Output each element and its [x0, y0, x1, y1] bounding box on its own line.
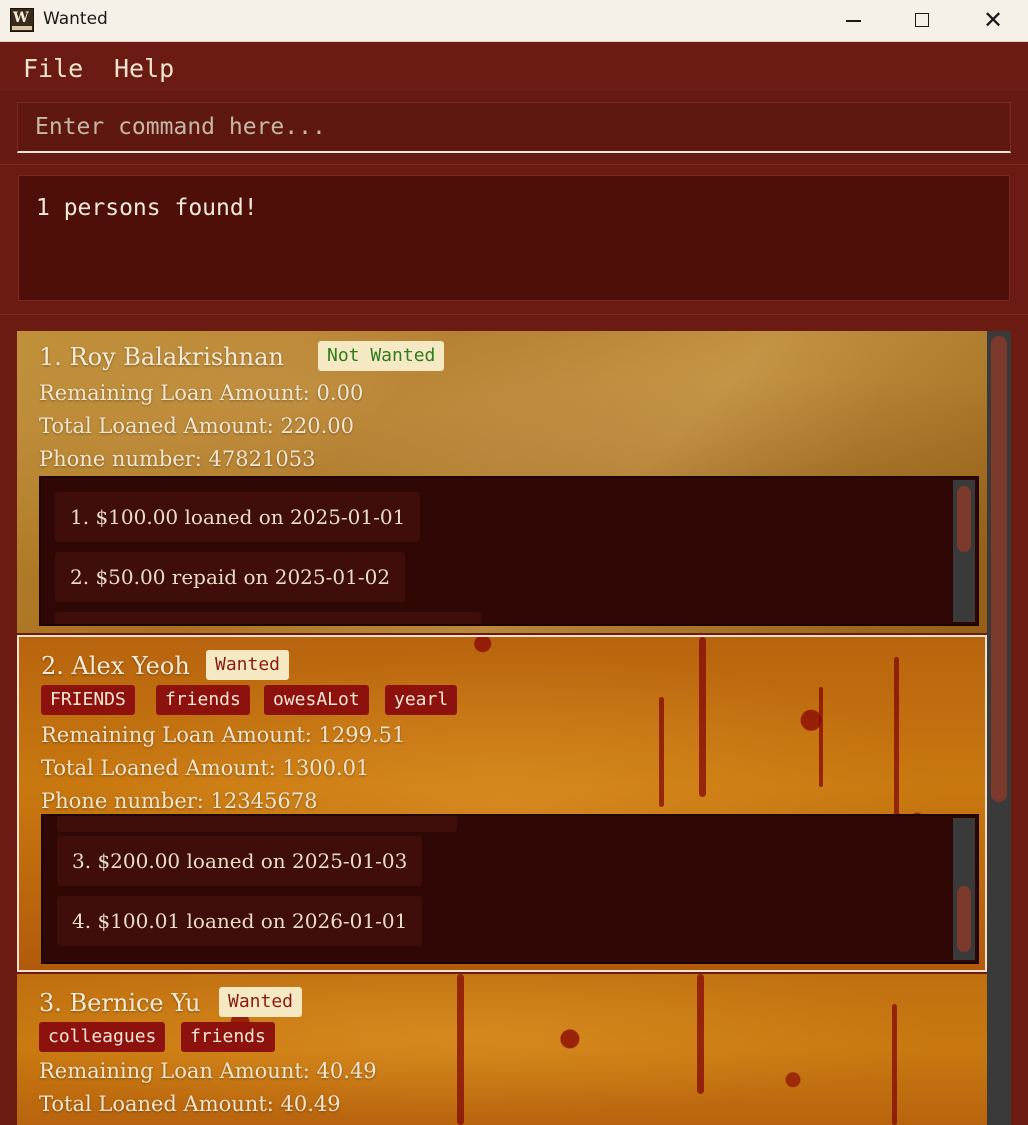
person-name: 3. Bernice Yu: [39, 989, 201, 1017]
result-message: 1 persons found!: [36, 195, 258, 221]
loan-scrollbar[interactable]: [953, 480, 975, 622]
person-card[interactable]: 1. Roy Balakrishnan Not Wanted Remaining…: [17, 331, 987, 633]
person-list-scrollbar-thumb[interactable]: [991, 336, 1007, 802]
total-loaned-amount: Total Loaned Amount: 40.49: [39, 1092, 341, 1116]
phone-number: Phone number: 47821053: [39, 447, 316, 471]
tag: owesALot: [264, 685, 369, 715]
tag: yearl: [385, 685, 458, 715]
loan-history-list[interactable]: 3. $200.00 loaned on 2025-01-03 4. $100.…: [41, 814, 979, 964]
loan-item: 2. $50.00 repaid on 2025-01-02: [55, 552, 406, 602]
loan-item-partial: [55, 612, 481, 624]
command-box: [0, 94, 1028, 160]
loan-item-partial: [57, 816, 457, 832]
total-loaned-amount: Total Loaned Amount: 1300.01: [41, 756, 370, 780]
tag: colleagues: [39, 1022, 166, 1052]
tag: friends: [156, 685, 250, 715]
title-bar: W Wanted ✕: [0, 0, 1028, 42]
tag: friends: [181, 1022, 275, 1052]
minimize-icon: [846, 20, 861, 22]
minimize-button[interactable]: [818, 0, 888, 42]
window-title: Wanted: [43, 9, 108, 29]
loan-history-list[interactable]: 1. $100.00 loaned on 2025-01-01 2. $50.0…: [39, 476, 979, 626]
result-display: 1 persons found!: [18, 175, 1010, 301]
remaining-loan-amount: Remaining Loan Amount: 0.00: [39, 381, 364, 405]
menu-file[interactable]: File: [23, 54, 83, 83]
loan-scrollbar-thumb[interactable]: [957, 886, 971, 952]
status-badge: Wanted: [206, 650, 290, 680]
status-badge: Wanted: [219, 987, 303, 1017]
loan-scrollbar-thumb[interactable]: [957, 486, 971, 552]
person-name: 1. Roy Balakrishnan: [39, 343, 284, 371]
close-icon: ✕: [983, 6, 1004, 34]
person-card[interactable]: 3. Bernice Yu Wanted colleagues friends …: [17, 974, 987, 1125]
total-loaned-amount: Total Loaned Amount: 220.00: [39, 414, 354, 438]
loan-scrollbar[interactable]: [953, 818, 975, 960]
status-badge: Not Wanted: [318, 341, 445, 371]
result-display-panel: 1 persons found!: [0, 164, 1028, 312]
command-input[interactable]: [17, 102, 1011, 153]
loan-item: 4. $100.01 loaned on 2026-01-01: [57, 896, 423, 946]
remaining-loan-amount: Remaining Loan Amount: 40.49: [39, 1059, 377, 1083]
tag: FRIENDS: [41, 685, 135, 715]
phone-number: Phone number: 12345678: [41, 789, 318, 813]
person-card-selected[interactable]: 2. Alex Yeoh Wanted FRIENDS friends owes…: [17, 635, 987, 972]
menu-help[interactable]: Help: [114, 54, 174, 83]
person-name: 2. Alex Yeoh: [41, 652, 190, 680]
menu-bar: File Help: [0, 43, 1028, 93]
wanted-list-app-icon: W: [10, 8, 34, 32]
loan-item: 3. $200.00 loaned on 2025-01-03: [57, 836, 423, 886]
remaining-loan-amount: Remaining Loan Amount: 1299.51: [41, 723, 406, 747]
close-button[interactable]: ✕: [957, 0, 1027, 42]
maximize-button[interactable]: [887, 0, 957, 42]
loan-item: 1. $100.00 loaned on 2025-01-01: [55, 492, 421, 542]
maximize-icon: [915, 13, 929, 27]
